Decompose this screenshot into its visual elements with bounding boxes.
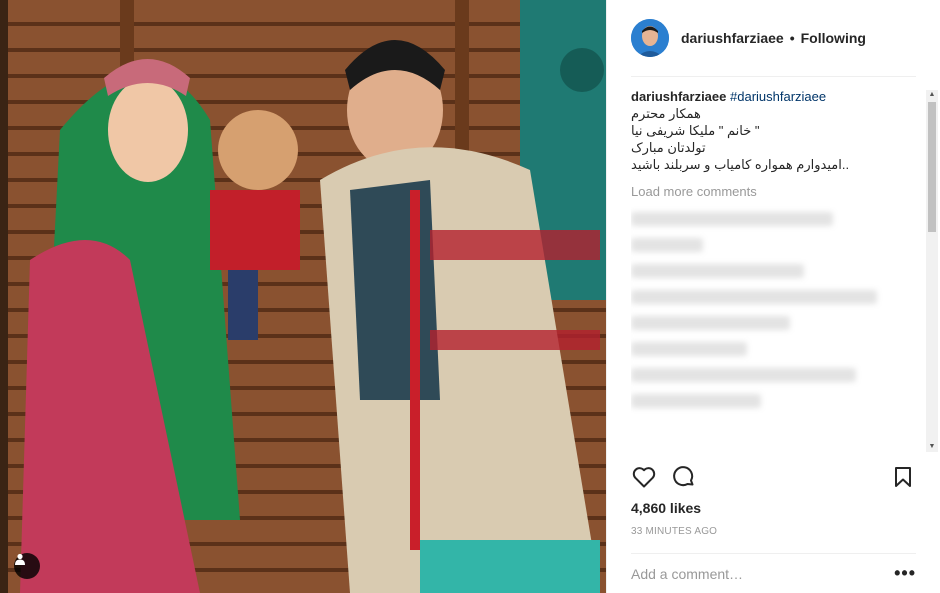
comment-bubble-icon [673, 466, 694, 487]
bookmark-icon [895, 467, 911, 487]
caption: dariushfarziaee #dariushfarziaee [631, 88, 920, 105]
comments-list: dariushfarziaee #dariushfarziaee همکار م… [631, 88, 920, 454]
heart-icon [632, 467, 656, 488]
user-tag-button[interactable] [14, 553, 40, 579]
post-header: dariushfarziaee • Following [631, 0, 916, 77]
likes-count[interactable]: 4,860 likes [631, 500, 701, 516]
header-username[interactable]: dariushfarziaee [681, 30, 784, 46]
comment-input[interactable] [631, 565, 895, 582]
person-icon [15, 553, 25, 565]
action-bar [631, 462, 916, 492]
caption-text: همکار محترم " خانم " ملیکا شریفی نیا تول… [631, 106, 850, 172]
blurred-comments [631, 212, 920, 408]
comments-scrollbar[interactable]: ▲ ▼ [926, 90, 938, 452]
avatar-image [631, 19, 669, 57]
scroll-up-arrow-icon[interactable]: ▲ [926, 90, 938, 100]
comment-bar: ••• [631, 553, 916, 593]
post-details-panel: dariushfarziaee • Following dariushfarzi… [606, 0, 940, 593]
photo-illustration [0, 0, 606, 593]
scroll-thumb[interactable] [928, 102, 936, 232]
scroll-down-arrow-icon[interactable]: ▼ [926, 442, 938, 452]
comment-button[interactable] [671, 464, 697, 490]
load-more-comments-button[interactable]: Load more comments [631, 183, 920, 200]
caption-username[interactable]: dariushfarziaee [631, 89, 726, 104]
like-button[interactable] [631, 464, 657, 490]
following-button[interactable]: Following [801, 30, 866, 46]
save-button[interactable] [890, 464, 916, 490]
more-options-icon[interactable]: ••• [894, 563, 916, 584]
post-photo[interactable] [0, 0, 606, 593]
separator-dot: • [789, 30, 795, 46]
avatar[interactable] [631, 19, 669, 57]
caption-hashtag[interactable]: #dariushfarziaee [730, 89, 826, 104]
post-timestamp[interactable]: 33 MINUTES AGO [631, 526, 717, 537]
